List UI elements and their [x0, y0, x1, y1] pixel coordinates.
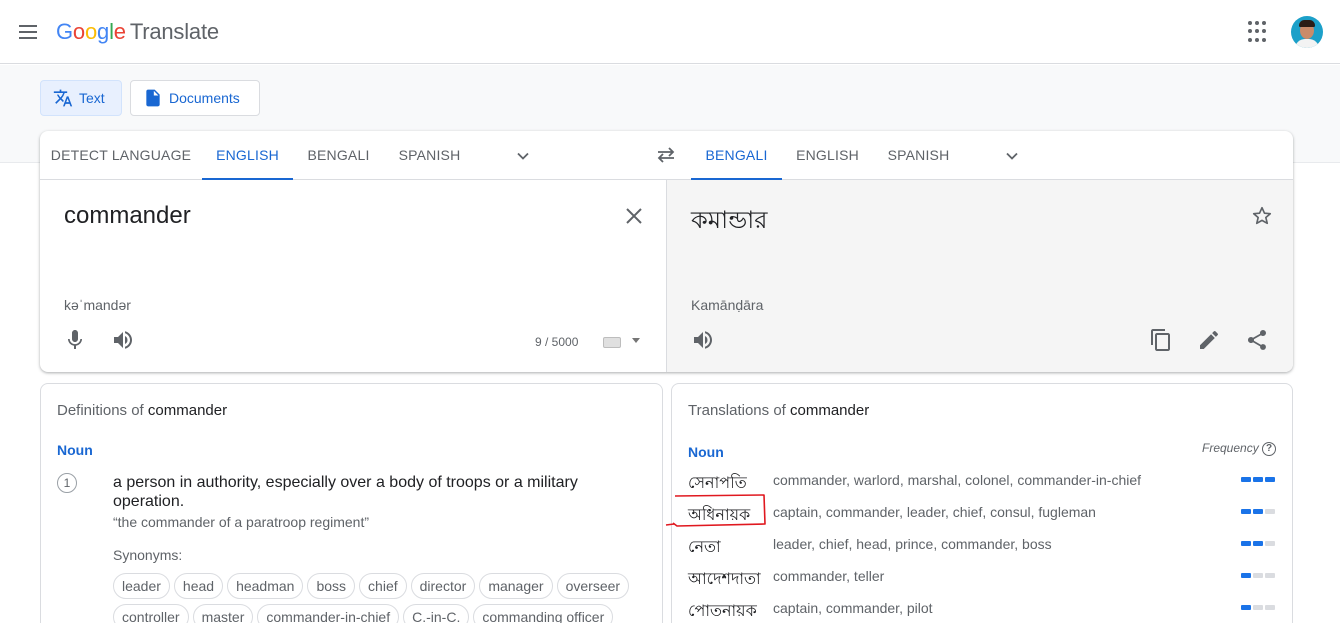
- synonym-chip[interactable]: chief: [359, 573, 407, 599]
- translation-word[interactable]: আদেশদাতা: [688, 566, 761, 593]
- target-transliteration: Kamānḍāra: [691, 297, 764, 313]
- reverse-translations: leader, chief, head, prince, commander, …: [773, 536, 1052, 552]
- text-mode-button[interactable]: Text: [40, 80, 122, 116]
- source-listen-speaker-icon[interactable]: [111, 328, 135, 352]
- translation-row[interactable]: অধিনায়ক captain, commander, leader, chi…: [688, 502, 1278, 534]
- source-more-languages-chevron-down-icon[interactable]: [516, 149, 530, 163]
- synonyms-label: Synonyms:: [113, 547, 183, 563]
- target-more-languages-chevron-down-icon[interactable]: [1005, 149, 1019, 163]
- account-avatar[interactable]: [1291, 16, 1323, 48]
- synonym-chip[interactable]: commanding officer: [473, 604, 614, 623]
- synonym-chip[interactable]: director: [410, 573, 476, 599]
- product-name: Translate: [129, 19, 219, 44]
- copy-translation-icon[interactable]: [1149, 328, 1173, 352]
- documents-mode-label: Documents: [169, 90, 240, 106]
- reverse-translations: commander, warlord, marshal, colonel, co…: [773, 472, 1142, 488]
- reverse-translations: commander, teller: [773, 568, 885, 584]
- tab-source-bengali[interactable]: BENGALI: [293, 131, 384, 180]
- synonym-chip[interactable]: leader: [113, 573, 170, 599]
- documents-mode-button[interactable]: Documents: [130, 80, 260, 116]
- translation-word[interactable]: পোতনায়ক: [688, 598, 757, 623]
- translations-title-prefix: Translations of: [688, 402, 790, 419]
- frequency-bar: [1241, 605, 1275, 610]
- document-icon: [146, 89, 160, 107]
- logo-letter: o: [72, 19, 85, 44]
- frequency-bar: [1241, 541, 1275, 546]
- share-translation-icon[interactable]: [1245, 328, 1269, 352]
- frequency-label: Frequency: [1202, 441, 1259, 455]
- character-count: 9 / 5000: [535, 335, 579, 349]
- logo-letter: e: [113, 19, 126, 44]
- target-listen-speaker-icon[interactable]: [691, 328, 715, 352]
- synonym-chip[interactable]: boss: [307, 573, 356, 599]
- target-pane: কমান্ডার Kamānḍāra: [666, 180, 1293, 372]
- language-bar: DETECT LANGUAGE ENGLISH BENGALI SPANISH …: [40, 131, 1293, 180]
- keyboard-icon[interactable]: [603, 337, 621, 348]
- translations-term: commander: [790, 402, 870, 419]
- translation-row[interactable]: সেনাপতি commander, warlord, marshal, col…: [688, 470, 1278, 502]
- synonym-chip[interactable]: C.-in-C.: [403, 604, 470, 623]
- synonym-chip[interactable]: master: [192, 604, 254, 623]
- definitions-title-prefix: Definitions of: [57, 402, 148, 419]
- swap-languages-icon[interactable]: [655, 145, 677, 165]
- synonym-chip[interactable]: commander-in-chief: [257, 604, 400, 623]
- edit-translation-pencil-icon[interactable]: [1197, 328, 1221, 352]
- clear-source-close-icon[interactable]: [624, 206, 644, 226]
- frequency-bar: [1241, 573, 1275, 578]
- text-mode-label: Text: [79, 90, 105, 106]
- reverse-translations: captain, commander, pilot: [773, 600, 933, 616]
- definitions-title: Definitions of commander: [57, 402, 227, 419]
- translation-row[interactable]: আদেশদাতা commander, teller: [688, 566, 1278, 598]
- translation-output: কমান্ডার: [691, 207, 768, 234]
- google-translate-logo[interactable]: Google Translate: [56, 19, 219, 45]
- translator-card: DETECT LANGUAGE ENGLISH BENGALI SPANISH …: [40, 131, 1293, 372]
- translations-title: Translations of commander: [688, 402, 869, 419]
- save-translation-star-icon[interactable]: [1251, 205, 1273, 227]
- logo-letter: G: [56, 19, 73, 44]
- tab-target-spanish[interactable]: SPANISH: [873, 131, 964, 180]
- logo-letter: o: [84, 19, 98, 44]
- reverse-translations: captain, commander, leader, chief, consu…: [773, 504, 1096, 520]
- app-header: Google Translate: [0, 0, 1340, 64]
- synonym-chip[interactable]: headman: [227, 573, 304, 599]
- translation-word[interactable]: নেতা: [688, 534, 721, 561]
- definition-example: “the commander of a paratroop regiment”: [113, 514, 370, 530]
- translate-icon: [53, 89, 73, 107]
- definitions-part-of-speech: Noun: [57, 442, 93, 458]
- tab-target-bengali[interactable]: BENGALI: [691, 131, 782, 180]
- synonym-chip[interactable]: head: [173, 573, 224, 599]
- logo-letter: g: [97, 19, 110, 44]
- translation-row[interactable]: পোতনায়ক captain, commander, pilot: [688, 598, 1278, 623]
- frequency-help-icon[interactable]: ?: [1262, 442, 1276, 456]
- definitions-card: Definitions of commander Noun 1 a person…: [40, 383, 663, 623]
- frequency-bar: [1241, 509, 1275, 514]
- tab-target-english[interactable]: ENGLISH: [782, 131, 873, 180]
- annotation-highlight-box: [665, 494, 766, 527]
- translation-row[interactable]: নেতা leader, chief, head, prince, comman…: [688, 534, 1278, 566]
- hamburger-menu-icon[interactable]: [16, 20, 40, 44]
- tab-source-english[interactable]: ENGLISH: [202, 131, 293, 180]
- tab-source-spanish[interactable]: SPANISH: [384, 131, 475, 180]
- synonym-chip[interactable]: manager: [479, 573, 553, 599]
- input-tools-dropdown-icon[interactable]: [632, 338, 640, 343]
- definitions-term: commander: [147, 402, 228, 419]
- source-input[interactable]: commander: [64, 202, 191, 230]
- synonym-chip[interactable]: overseer: [556, 573, 630, 599]
- frequency-bar: [1241, 477, 1275, 482]
- synonym-chips: leader head headman boss chief director …: [113, 573, 643, 623]
- translations-part-of-speech: Noun: [688, 444, 724, 460]
- tab-detect-language[interactable]: DETECT LANGUAGE: [40, 131, 202, 180]
- synonym-chip[interactable]: controller: [113, 604, 189, 623]
- microphone-icon[interactable]: [63, 328, 87, 352]
- definition-text: a person in authority, especially over a…: [113, 474, 578, 510]
- definition-number: 1: [57, 473, 77, 493]
- apps-grid-icon[interactable]: [1248, 21, 1270, 43]
- source-pane[interactable]: commander kəˈmandər 9 / 5000: [40, 180, 666, 372]
- source-phonetic: kəˈmandər: [64, 297, 131, 313]
